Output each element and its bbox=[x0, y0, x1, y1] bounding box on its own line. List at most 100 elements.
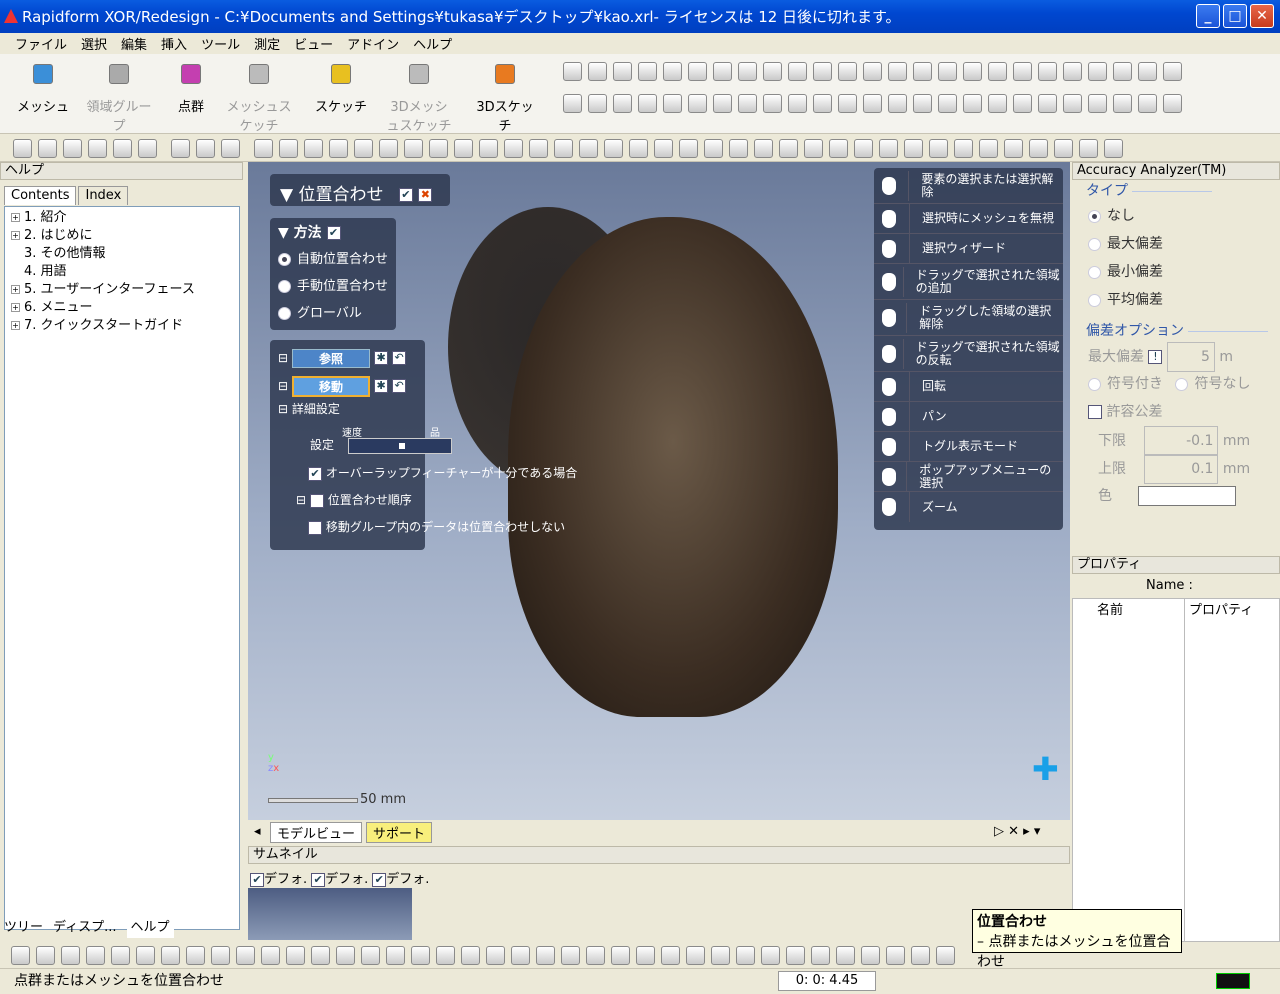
tool-icon[interactable] bbox=[1163, 62, 1182, 81]
tool-icon[interactable] bbox=[838, 94, 857, 113]
tool-icon[interactable] bbox=[763, 94, 782, 113]
tool-icon[interactable] bbox=[963, 94, 982, 113]
view-icon[interactable] bbox=[629, 139, 648, 158]
tool-icon[interactable] bbox=[236, 945, 255, 965]
tool-icon[interactable] bbox=[436, 945, 455, 965]
radio-icon[interactable] bbox=[278, 307, 291, 320]
view-icon[interactable] bbox=[554, 139, 573, 158]
thumbnail-label[interactable]: ✔ デフォ. bbox=[311, 868, 368, 887]
tool-icon[interactable] bbox=[486, 945, 505, 965]
confirm-checkmark-icon[interactable]: ✔ bbox=[398, 188, 413, 202]
tool-icon[interactable] bbox=[688, 94, 707, 113]
display-icon[interactable] bbox=[1029, 139, 1048, 158]
tool-icon[interactable] bbox=[711, 945, 730, 965]
tool-icon[interactable] bbox=[911, 945, 930, 965]
tool-icon[interactable] bbox=[761, 945, 780, 965]
menu-view[interactable]: ビュー bbox=[287, 34, 340, 53]
zoom-window-icon[interactable] bbox=[279, 139, 298, 158]
rect-select-icon[interactable] bbox=[36, 945, 55, 965]
open-icon[interactable] bbox=[38, 139, 57, 158]
tool-icon[interactable] bbox=[386, 945, 405, 965]
order-checkbox[interactable] bbox=[309, 493, 324, 508]
reset-icon[interactable]: ↶ bbox=[392, 379, 407, 393]
tool-icon[interactable] bbox=[261, 945, 280, 965]
menu-measure[interactable]: 測定 bbox=[247, 34, 287, 53]
display-icon[interactable] bbox=[979, 139, 998, 158]
view-icon[interactable] bbox=[429, 139, 448, 158]
tool-icon[interactable] bbox=[1113, 94, 1132, 113]
tab-index[interactable]: Index bbox=[78, 186, 129, 205]
fill-icon[interactable] bbox=[161, 945, 180, 965]
tool-icon[interactable] bbox=[713, 62, 732, 81]
thumb-checkbox[interactable]: ✔ bbox=[311, 872, 326, 887]
tool-icon[interactable] bbox=[336, 945, 355, 965]
new-file-icon[interactable] bbox=[13, 139, 32, 158]
tool-icon[interactable] bbox=[686, 945, 705, 965]
tool-icon[interactable] bbox=[788, 94, 807, 113]
tolerance-checkbox-label[interactable]: 許容公差 bbox=[1106, 404, 1162, 420]
tool-icon[interactable] bbox=[863, 62, 882, 81]
3d-sketch-button[interactable]: 3Dスケッチ bbox=[470, 60, 540, 134]
color-picker[interactable] bbox=[1138, 486, 1237, 506]
tab-help[interactable]: ヘルプ bbox=[126, 916, 174, 938]
sign-options[interactable]: 符号付き 符号なし bbox=[1072, 370, 1280, 398]
menu-tools[interactable]: ツール bbox=[194, 34, 247, 53]
tool-icon[interactable] bbox=[838, 62, 857, 81]
menu-select[interactable]: 選択 bbox=[74, 34, 114, 53]
minimize-button[interactable]: _ bbox=[1196, 4, 1220, 28]
sketch-button[interactable]: スケッチ bbox=[306, 60, 376, 130]
mesh-sketch-button[interactable]: メッシュスケッチ bbox=[224, 60, 294, 134]
polygon-select-icon[interactable] bbox=[86, 945, 105, 965]
display-icon[interactable] bbox=[1104, 139, 1123, 158]
history-icon[interactable] bbox=[221, 139, 240, 158]
speed-quality-slider[interactable] bbox=[348, 438, 452, 454]
view-icon[interactable] bbox=[654, 139, 673, 158]
reference-group[interactable]: 参照 bbox=[292, 348, 371, 368]
tool-icon[interactable] bbox=[461, 945, 480, 965]
star-icon[interactable]: ✱ bbox=[374, 351, 389, 365]
maximize-button[interactable]: □ bbox=[1223, 4, 1247, 28]
tool-icon[interactable] bbox=[561, 945, 580, 965]
tool-icon[interactable] bbox=[938, 94, 957, 113]
circle-select-icon[interactable] bbox=[61, 945, 80, 965]
max-deviation-input[interactable]: 5 bbox=[1166, 342, 1215, 372]
tab-tree[interactable]: ツリー bbox=[4, 916, 43, 938]
tool-icon[interactable] bbox=[636, 945, 655, 965]
tool-icon[interactable] bbox=[886, 945, 905, 965]
tool-icon[interactable] bbox=[1113, 62, 1132, 81]
tab-support[interactable]: サポート bbox=[366, 822, 433, 843]
tool-icon[interactable] bbox=[888, 62, 907, 81]
tool-icon[interactable] bbox=[186, 945, 205, 965]
tool-icon[interactable] bbox=[688, 62, 707, 81]
tool-icon[interactable] bbox=[836, 945, 855, 965]
star-icon[interactable]: ✱ bbox=[374, 379, 389, 393]
radio-icon[interactable] bbox=[278, 253, 291, 266]
tree-item[interactable]: +6. メニュー bbox=[11, 299, 233, 317]
mesh-button[interactable]: メッシュ bbox=[8, 60, 78, 130]
view-icon[interactable] bbox=[729, 139, 748, 158]
menu-addin[interactable]: アドイン bbox=[340, 34, 406, 53]
display-icon[interactable] bbox=[929, 139, 948, 158]
undo-icon[interactable] bbox=[171, 139, 190, 158]
method-global[interactable]: グローバル bbox=[278, 302, 388, 329]
tool-icon[interactable] bbox=[938, 62, 957, 81]
3d-mesh-sketch-button[interactable]: 3Dメッシュスケッチ bbox=[384, 60, 454, 134]
type-avg[interactable]: 平均偏差 bbox=[1072, 286, 1280, 314]
menu-file[interactable]: ファイル bbox=[8, 34, 74, 53]
thumb-checkbox[interactable]: ✔ bbox=[250, 872, 264, 887]
tool-icon[interactable] bbox=[1088, 62, 1107, 81]
close-button[interactable]: ✕ bbox=[1250, 4, 1274, 28]
tool-icon[interactable] bbox=[813, 94, 832, 113]
tool-icon[interactable] bbox=[663, 62, 682, 81]
no-align-moving-checkbox[interactable] bbox=[308, 520, 322, 535]
tree-item[interactable]: +1. 紹介 bbox=[11, 209, 233, 227]
tool-icon[interactable] bbox=[713, 94, 732, 113]
tree-item[interactable]: +7. クイックスタートガイド bbox=[11, 317, 233, 335]
tool-icon[interactable] bbox=[1063, 94, 1082, 113]
point-cloud-button[interactable]: 点群 bbox=[156, 60, 226, 130]
tab-display[interactable]: ディスプ... bbox=[53, 916, 117, 938]
tool-icon[interactable] bbox=[1088, 94, 1107, 113]
view-icon[interactable] bbox=[829, 139, 848, 158]
tool-icon[interactable] bbox=[536, 945, 555, 965]
tool-icon[interactable] bbox=[1138, 94, 1157, 113]
